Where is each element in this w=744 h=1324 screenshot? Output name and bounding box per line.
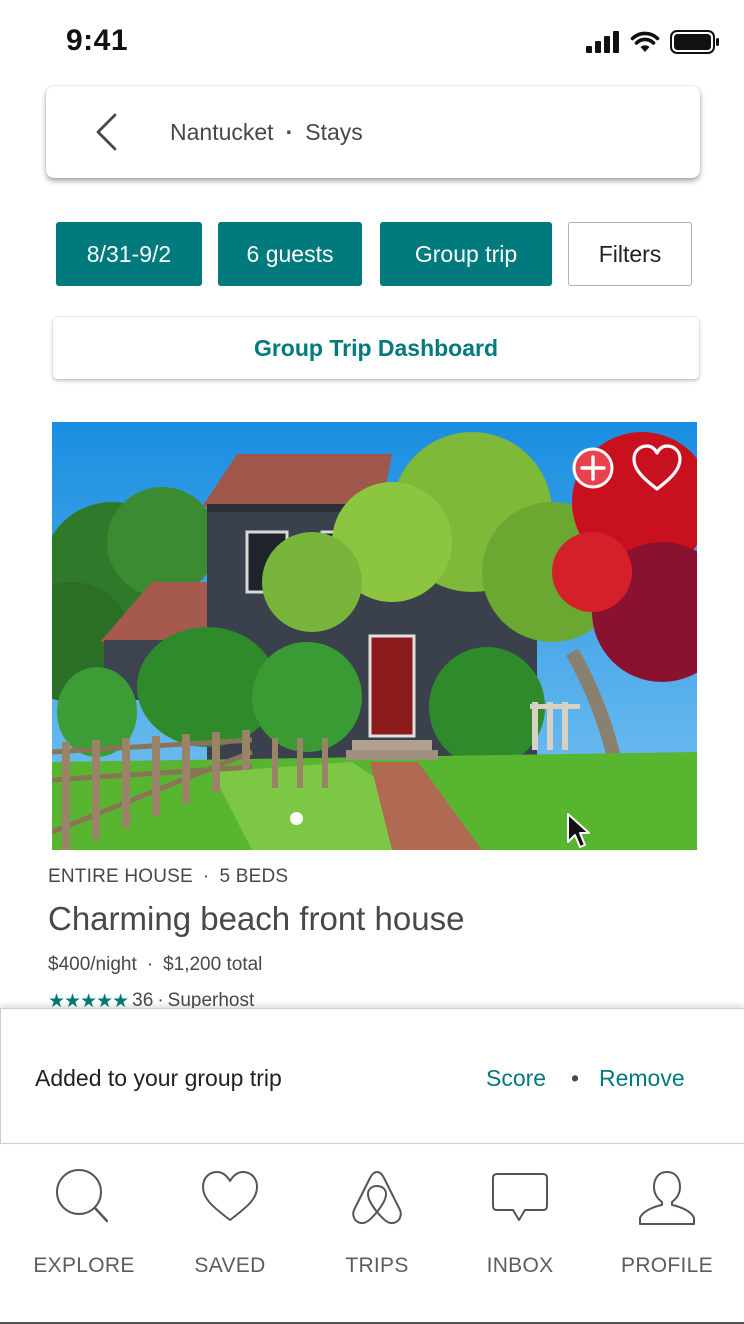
toast-message: Added to your group trip [35,1065,282,1091]
search-header[interactable]: Nantucket · Stays [46,86,700,178]
tab-label: EXPLORE [33,1254,135,1277]
group-trip-filter-button[interactable]: Group trip [380,222,552,286]
mouse-cursor-icon [567,813,590,848]
listing-meta: ENTIRE HOUSE · 5 BEDS [48,866,288,888]
airbnb-logo-icon [352,1171,402,1225]
back-button[interactable] [86,110,126,154]
score-button[interactable]: Score [486,1065,546,1092]
tab-label: INBOX [486,1254,554,1277]
search-icon [56,1169,109,1223]
price-per-night: $400/night [48,954,137,975]
save-to-wishlist-button[interactable] [630,442,684,494]
remove-button[interactable]: Remove [599,1065,685,1092]
photo-page-indicator [290,812,303,825]
tab-label: SAVED [194,1254,266,1277]
separator-dot: • [571,1065,580,1091]
dates-filter-button[interactable]: 8/31-9/2 [56,222,202,286]
separator-dot: · [146,954,154,975]
filters-button[interactable]: Filters [568,222,692,286]
tab-profile[interactable]: PROFILE [597,1166,737,1296]
listing-price: $400/night · $1,200 total [48,954,262,976]
search-location: Nantucket [170,119,274,145]
listing-photo[interactable] [52,422,697,850]
bottom-tab-bar: EXPLORE SAVED TRIPS INBOX PROFILE [0,1146,744,1324]
chevron-left-icon [96,113,117,151]
guests-filter-button[interactable]: 6 guests [218,222,362,286]
battery-icon [670,30,719,54]
tab-trips[interactable]: TRIPS [307,1166,447,1296]
add-to-group-trip-button[interactable] [571,446,615,490]
group-trip-dashboard-button[interactable]: Group Trip Dashboard [53,317,699,379]
person-icon [639,1171,695,1225]
tab-inbox[interactable]: INBOX [450,1166,590,1296]
search-summary[interactable]: Nantucket · Stays [170,119,363,146]
status-icons [586,30,720,54]
listing-title[interactable]: Charming beach front house [48,900,464,938]
listing-beds: 5 BEDS [219,866,289,887]
tab-label: PROFILE [621,1254,713,1277]
tab-label: TRIPS [345,1254,409,1277]
separator-dot: · [202,866,210,887]
tab-saved[interactable]: SAVED [160,1166,300,1296]
chat-bubble-icon [492,1173,548,1221]
listing-type: ENTIRE HOUSE [48,866,193,887]
status-time: 9:41 [66,24,129,57]
separator-dot: · [285,119,294,145]
heart-icon [202,1171,258,1221]
status-bar: 9:41 [0,0,744,84]
heart-outline-icon [632,444,682,491]
tab-explore[interactable]: EXPLORE [14,1166,154,1296]
added-to-trip-toast: Added to your group trip Score • Remove [0,1008,744,1144]
price-total: $1,200 total [163,954,263,975]
signal-icon [586,31,619,53]
plus-circle-icon [572,447,614,489]
search-category: Stays [305,119,363,145]
wifi-icon [630,31,660,52]
